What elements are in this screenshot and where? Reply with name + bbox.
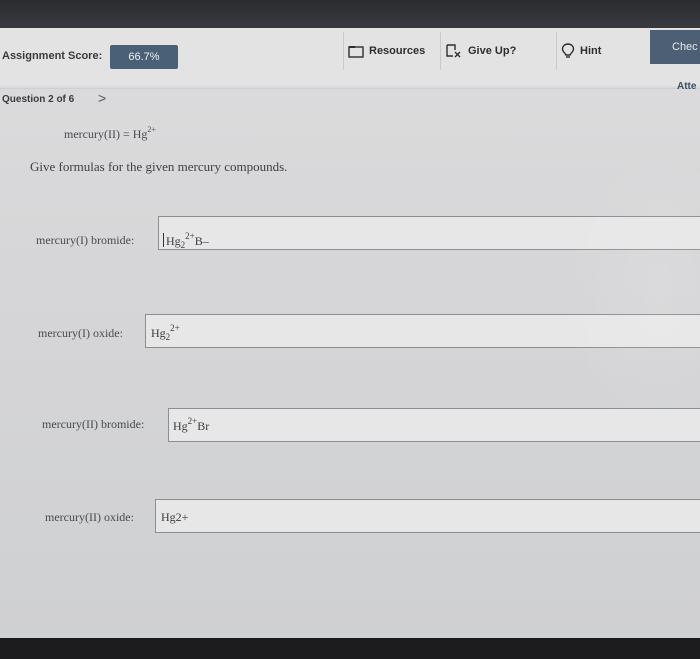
answer-base: Hg: [151, 326, 166, 340]
screen: Assignment Score: 66.7% Resources Give U…: [0, 28, 700, 640]
answer-subscript: 2: [180, 240, 186, 250]
row-label-mercury-i-bromide: mercury(I) bromide:: [36, 233, 135, 247]
hint-button[interactable]: Hint: [556, 32, 626, 70]
resources-button[interactable]: Resources: [343, 32, 428, 70]
answer-value-mercury-ii-bromide: Hg 2+ Br: [173, 416, 210, 434]
answer-superscript: 2+: [170, 323, 180, 333]
assignment-header: Assignment Score: 66.7% Resources Give U…: [0, 28, 700, 86]
question-instruction: Give formulas for the given mercury comp…: [30, 159, 288, 174]
answer-value-mercury-ii-oxide: Hg2+: [161, 510, 188, 525]
header-divider: [0, 88, 700, 89]
answer-tail: B–: [194, 234, 209, 248]
answer-superscript: 2+: [187, 416, 198, 426]
assignment-score-badge: 66.7%: [110, 45, 178, 69]
answer-input-mercury-ii-oxide[interactable]: [155, 499, 700, 533]
row-label-mercury-i-oxide: mercury(I) oxide:: [38, 326, 123, 340]
text-cursor: [163, 233, 164, 247]
check-answer-button[interactable]: Chec: [650, 30, 700, 64]
hint-label: Hint: [580, 45, 602, 57]
give-up-label: Give Up?: [468, 45, 517, 57]
row-label-mercury-ii-oxide: mercury(II) oxide:: [45, 510, 134, 524]
given-ion-charge: 2+: [147, 125, 156, 134]
row-label-mercury-ii-bromide: mercury(II) bromide:: [42, 417, 145, 431]
resources-label: Resources: [369, 45, 426, 57]
answer-base: Hg: [173, 419, 188, 433]
answer-base: Hg2+: [161, 510, 189, 524]
folder-icon: [348, 45, 364, 58]
answer-superscript: 2+: [185, 231, 195, 241]
given-ion: mercury(II) = Hg2+: [64, 125, 156, 142]
answer-value-mercury-i-bromide: Hg 2 2+ B–: [163, 231, 209, 250]
flag-x-icon: [446, 44, 461, 58]
next-question-button[interactable]: >: [98, 90, 106, 106]
answer-tail: Br: [197, 419, 210, 433]
given-ion-name: mercury(II) = Hg: [64, 127, 148, 141]
assignment-score-label: Assignment Score:: [2, 50, 103, 62]
monitor-top-bezel: [0, 0, 700, 30]
lightbulb-icon: [561, 43, 575, 58]
give-up-button[interactable]: Give Up?: [440, 32, 528, 70]
answer-subscript: 2: [165, 332, 171, 342]
monitor-bottom-bezel: [0, 638, 700, 659]
answer-base: Hg: [166, 234, 181, 248]
screen-glare: [560, 138, 700, 438]
question-indicator: Question 2 of 6: [2, 94, 75, 105]
answer-value-mercury-i-oxide: Hg 2 2+: [151, 323, 180, 342]
attempt-label: Atte: [677, 81, 697, 92]
